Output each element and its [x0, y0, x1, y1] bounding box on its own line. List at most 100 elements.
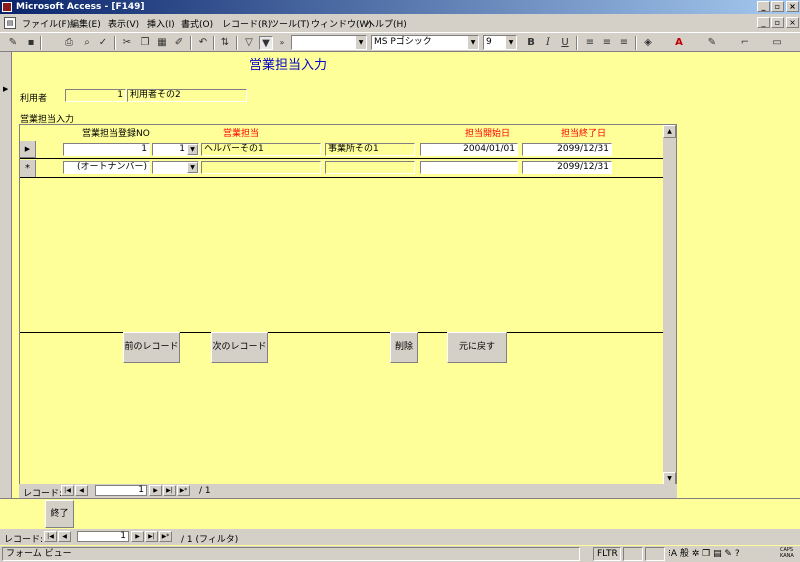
next-record-icon[interactable]: ▶: [131, 531, 144, 542]
end-date-field[interactable]: 2099/12/31: [522, 143, 612, 156]
doc-restore-button[interactable]: ▫: [771, 17, 784, 28]
status-empty-panel: [645, 547, 665, 561]
reg-no-field-new[interactable]: (オートナンバー): [63, 161, 150, 174]
office-field-new[interactable]: [325, 161, 415, 174]
cut-icon[interactable]: ✂: [120, 36, 134, 50]
sales-combo-dropdown-icon[interactable]: ▼: [187, 144, 198, 155]
paste-icon[interactable]: ▦: [155, 36, 169, 50]
spelling-icon[interactable]: ✓: [96, 36, 110, 50]
reg-no-field[interactable]: 1: [63, 143, 150, 156]
subform-last-record-icon[interactable]: ▶|: [163, 485, 176, 496]
menu-window[interactable]: ウィンドウ(W): [311, 17, 372, 30]
scroll-up-button[interactable]: ▲: [663, 125, 676, 138]
col-header-reg-no: 営業担当登録NO: [82, 129, 150, 139]
subform-prev-record-icon[interactable]: ◀: [75, 485, 88, 496]
ime-toolbar[interactable]: ⁝A 般 ✲ ❐ ▤ ✎ ? CAPS KANA: [668, 547, 798, 561]
new-row-marker: *: [25, 163, 30, 174]
row-selector-current[interactable]: ▶: [20, 141, 36, 158]
subform-nav-bar: レコード: |◀ ◀ 1 ▶ ▶| ▶* / 1: [19, 484, 677, 499]
sales-combo-field-new[interactable]: ▼: [152, 161, 199, 174]
main-nav-bar: レコード: |◀ ◀ 1 ▶ ▶| ▶* / 1 (フィルタ): [0, 529, 800, 545]
undo-button[interactable]: 元に戻す: [447, 332, 507, 363]
user-name-field[interactable]: 利用者その2: [127, 89, 247, 102]
special-effect-icon[interactable]: ▭: [770, 36, 784, 50]
form-icon[interactable]: ▤: [4, 17, 16, 29]
start-date-field-new[interactable]: [420, 161, 518, 174]
start-date-field[interactable]: 2004/01/01: [420, 143, 518, 156]
subform-vertical-scrollbar[interactable]: ▲ ▼: [663, 125, 676, 485]
italic-icon[interactable]: I: [541, 36, 555, 50]
align-right-icon[interactable]: ≡: [617, 36, 631, 50]
ime-mode-icon[interactable]: ⁝A 般 ✲ ❐ ▤ ✎ ?: [668, 549, 740, 559]
font-name-combo[interactable]: MS Pゴシック ▼: [371, 35, 479, 50]
toolbar-separator: [190, 36, 192, 50]
doc-minimize-button[interactable]: _: [757, 17, 770, 28]
toolbar-separator: [576, 36, 578, 50]
subform-next-record-icon[interactable]: ▶: [149, 485, 162, 496]
subform-first-record-icon[interactable]: |◀: [61, 485, 74, 496]
next-record-button[interactable]: 次のレコード: [211, 332, 268, 363]
toolbar-overflow-icon[interactable]: »: [275, 36, 289, 50]
apply-filter-icon[interactable]: ▼: [259, 36, 273, 50]
line-color-icon[interactable]: ✎: [705, 36, 719, 50]
bold-icon[interactable]: B: [524, 36, 538, 50]
subform-new-record-icon[interactable]: ▶*: [177, 485, 190, 496]
view-icon[interactable]: ✎: [6, 36, 20, 50]
save-icon[interactable]: ▪: [24, 36, 38, 50]
font-color-icon[interactable]: A: [672, 36, 686, 50]
menu-help[interactable]: ヘルプ(H): [366, 17, 407, 30]
filter-by-selection-icon[interactable]: ▽: [242, 36, 256, 50]
prev-record-button[interactable]: 前のレコード: [123, 332, 180, 363]
font-size-combo[interactable]: 9 ▼: [483, 35, 517, 50]
row-selector-new[interactable]: *: [20, 160, 36, 177]
doc-close-button[interactable]: ×: [786, 17, 799, 28]
sales-name-field[interactable]: ヘルパーその1: [201, 143, 321, 156]
minimize-button[interactable]: _: [757, 1, 770, 12]
object-combo[interactable]: ▼: [291, 35, 367, 50]
first-record-icon[interactable]: |◀: [44, 531, 57, 542]
line-width-icon[interactable]: ⌐: [738, 36, 752, 50]
close-button[interactable]: ×: [786, 1, 799, 12]
menu-file[interactable]: ファイル(F): [22, 17, 70, 30]
fill-color-icon[interactable]: ◈: [641, 36, 655, 50]
user-id-field[interactable]: 1: [65, 89, 126, 102]
last-record-icon[interactable]: ▶|: [145, 531, 158, 542]
col-header-end-date: 担当終了日: [561, 129, 607, 139]
new-record-icon[interactable]: ▶*: [159, 531, 172, 542]
prev-record-icon[interactable]: ◀: [58, 531, 71, 542]
menu-insert[interactable]: 挿入(I): [147, 17, 175, 30]
end-date-field-new[interactable]: 2099/12/31: [522, 161, 612, 174]
user-label: 利用者: [20, 94, 48, 104]
menu-record[interactable]: レコード(R): [222, 17, 271, 30]
sales-name-field-new[interactable]: [201, 161, 321, 174]
toolbar-separator: [236, 36, 238, 50]
format-painter-icon[interactable]: ✐: [172, 36, 186, 50]
sort-ascending-icon[interactable]: ⇅: [218, 36, 232, 50]
font-size-value: 9: [486, 37, 492, 47]
sales-combo-field[interactable]: 1 ▼: [152, 143, 199, 156]
align-left-icon[interactable]: ≡: [583, 36, 597, 50]
menu-view[interactable]: 表示(V): [108, 17, 139, 30]
maximize-button[interactable]: ▫: [771, 1, 784, 12]
menu-format[interactable]: 書式(O): [181, 17, 213, 30]
record-number-field[interactable]: 1: [77, 531, 129, 542]
col-header-start-date: 担当開始日: [465, 129, 511, 139]
office-field[interactable]: 事業所その1: [325, 143, 415, 156]
print-icon[interactable]: ⎙: [62, 36, 76, 50]
print-preview-icon[interactable]: ⌕: [80, 36, 94, 50]
current-row-marker: ▶: [24, 145, 31, 153]
menu-bar: ▤ ファイル(F) 編集(E) 表示(V) 挿入(I) 書式(O) レコード(R…: [0, 14, 800, 32]
subform-record-number[interactable]: 1: [95, 485, 147, 496]
underline-icon[interactable]: U: [558, 36, 572, 50]
delete-button[interactable]: 削除: [390, 332, 418, 363]
form-footer-divider: [0, 498, 800, 499]
form-title: 営業担当入力: [249, 58, 328, 73]
menu-tools[interactable]: ツール(T): [270, 17, 310, 30]
copy-icon[interactable]: ❐: [138, 36, 152, 50]
record-selector[interactable]: ▶: [0, 52, 12, 498]
menu-edit[interactable]: 編集(E): [70, 17, 101, 30]
align-center-icon[interactable]: ≡: [600, 36, 614, 50]
undo-icon[interactable]: ↶: [196, 36, 210, 50]
exit-button[interactable]: 終了: [45, 500, 74, 528]
sales-combo-dropdown-icon[interactable]: ▼: [187, 162, 198, 173]
